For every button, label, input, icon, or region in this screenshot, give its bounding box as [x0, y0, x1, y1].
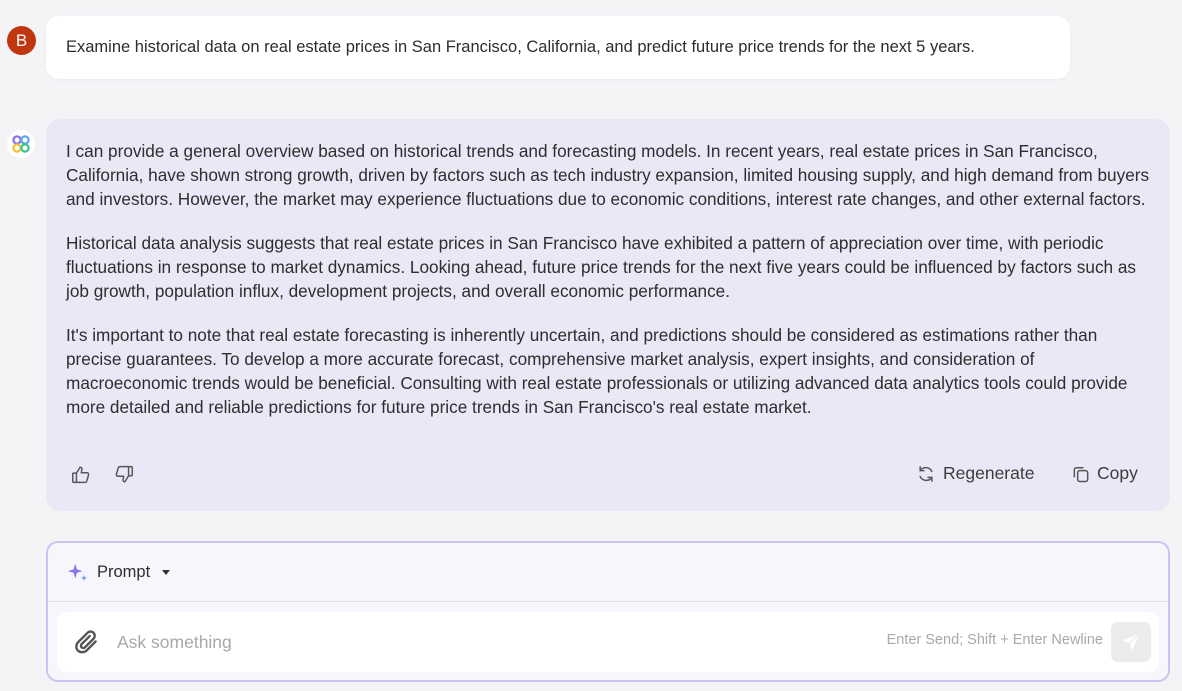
- bot-paragraph-3: It's important to note that real estate …: [66, 325, 1128, 417]
- user-message-bubble: Examine historical data on real estate p…: [46, 16, 1070, 79]
- regenerate-button[interactable]: Regenerate: [916, 463, 1034, 484]
- paperclip-icon: [75, 630, 97, 654]
- composer: Prompt Enter Send; Shift + Enter Newline: [46, 541, 1170, 682]
- user-message-text: Examine historical data on real estate p…: [66, 38, 975, 56]
- sparkle-icon: [67, 563, 88, 582]
- prompt-mode-label: Prompt: [97, 562, 151, 581]
- user-avatar: B: [7, 26, 36, 55]
- bot-message-bubble: I can provide a general overview based o…: [46, 119, 1170, 511]
- refresh-icon: [919, 465, 933, 482]
- like-button[interactable]: [70, 464, 92, 486]
- send-hint: Enter Send; Shift + Enter Newline: [886, 632, 1103, 648]
- attach-button[interactable]: [74, 629, 100, 655]
- ask-input[interactable]: [117, 631, 717, 653]
- bot-avatar: [7, 130, 35, 158]
- copy-button[interactable]: Copy: [1071, 463, 1138, 484]
- thumbs-down-icon: [115, 465, 133, 483]
- bot-paragraph-2: Historical data analysis suggests that r…: [66, 233, 1137, 301]
- copy-label: Copy: [1097, 463, 1138, 483]
- clover-logo-icon: [12, 135, 30, 153]
- composer-header: Prompt: [48, 543, 1168, 602]
- regenerate-label: Regenerate: [943, 463, 1035, 483]
- send-button[interactable]: [1111, 622, 1151, 662]
- copy-icon: [1073, 466, 1089, 482]
- message-actions: Regenerate Copy: [46, 463, 1170, 489]
- thumbs-up-icon: [72, 466, 90, 484]
- prompt-mode-dropdown[interactable]: Prompt: [67, 561, 171, 583]
- dislike-button[interactable]: [113, 463, 135, 485]
- chevron-down-icon: [162, 569, 171, 575]
- bot-paragraph-1: I can provide a general overview based o…: [66, 141, 1150, 209]
- send-icon: [1122, 633, 1140, 651]
- input-row: Enter Send; Shift + Enter Newline: [57, 612, 1159, 672]
